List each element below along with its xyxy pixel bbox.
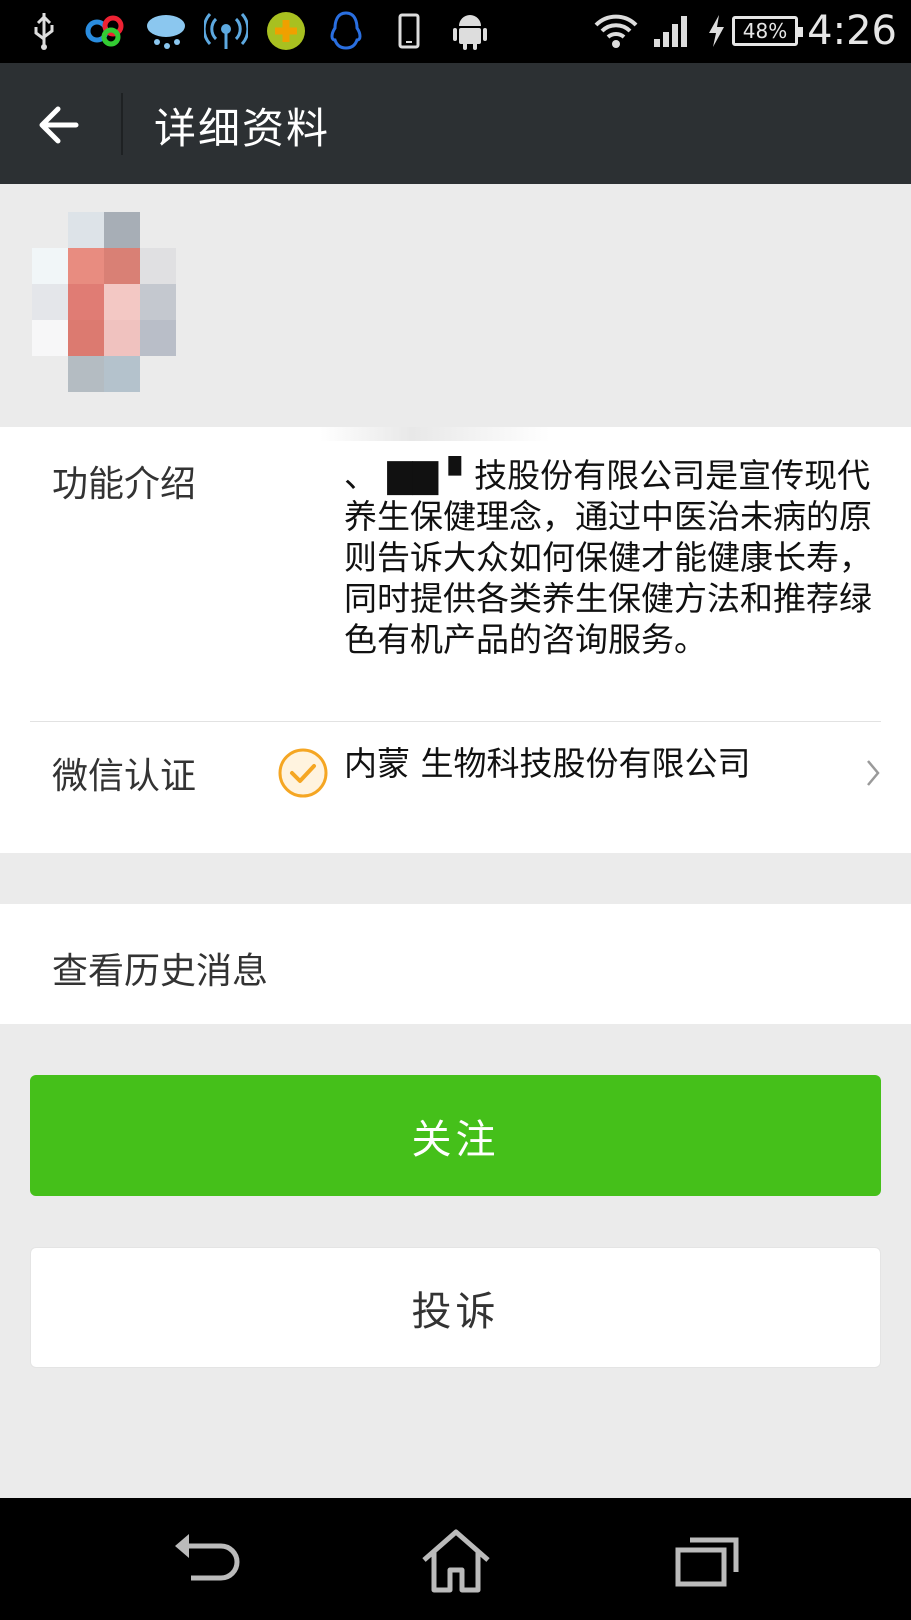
avatar[interactable] bbox=[32, 212, 188, 398]
status-bar: 48% 4:26 bbox=[0, 0, 911, 63]
wifi-icon bbox=[594, 10, 638, 52]
intro-label: 功能介绍 bbox=[52, 464, 197, 505]
phone-icon bbox=[394, 10, 424, 52]
intro-text: 、 ▇▇ ▘技股份有限公司是宣传现代养生保健理念，通过中医治未病的原则告诉大众如… bbox=[344, 456, 872, 659]
signal-icon bbox=[652, 10, 692, 52]
verify-label: 微信认证 bbox=[52, 756, 197, 797]
info-card: 功能介绍 、 ▇▇ ▘技股份有限公司是宣传现代养生保健理念，通过中医治未病的原则… bbox=[0, 427, 911, 853]
page-title: 详细资料 bbox=[154, 104, 331, 153]
verify-text: 内蒙 生物科技股份有限公司 bbox=[344, 744, 751, 783]
action-bar-divider bbox=[121, 93, 123, 155]
charging-icon bbox=[704, 10, 728, 52]
check-badge-icon bbox=[277, 747, 329, 799]
app-icon bbox=[84, 10, 128, 52]
navigation-bar bbox=[0, 1498, 911, 1620]
recents-icon[interactable] bbox=[668, 1528, 748, 1594]
android-icon bbox=[450, 10, 490, 52]
qq-icon bbox=[324, 10, 368, 52]
report-button[interactable]: 投诉 bbox=[30, 1247, 881, 1368]
usb-icon bbox=[28, 10, 60, 52]
360-icon bbox=[264, 10, 308, 52]
home-icon[interactable] bbox=[416, 1528, 496, 1594]
redaction-blur bbox=[320, 427, 550, 441]
history-row[interactable]: 查看历史消息 bbox=[0, 904, 911, 1024]
arrow-left-icon[interactable] bbox=[30, 93, 94, 157]
hotspot-icon bbox=[204, 10, 248, 52]
history-label: 查看历史消息 bbox=[52, 951, 269, 992]
clock: 4:26 bbox=[807, 8, 897, 54]
battery-indicator: 48% bbox=[732, 16, 803, 46]
weather-icon bbox=[142, 10, 190, 52]
row-divider bbox=[30, 721, 881, 722]
chevron-right-icon bbox=[865, 757, 881, 797]
action-bar: 详细资料 bbox=[0, 63, 911, 184]
back-icon[interactable] bbox=[163, 1528, 243, 1594]
follow-button[interactable]: 关注 bbox=[30, 1075, 881, 1196]
